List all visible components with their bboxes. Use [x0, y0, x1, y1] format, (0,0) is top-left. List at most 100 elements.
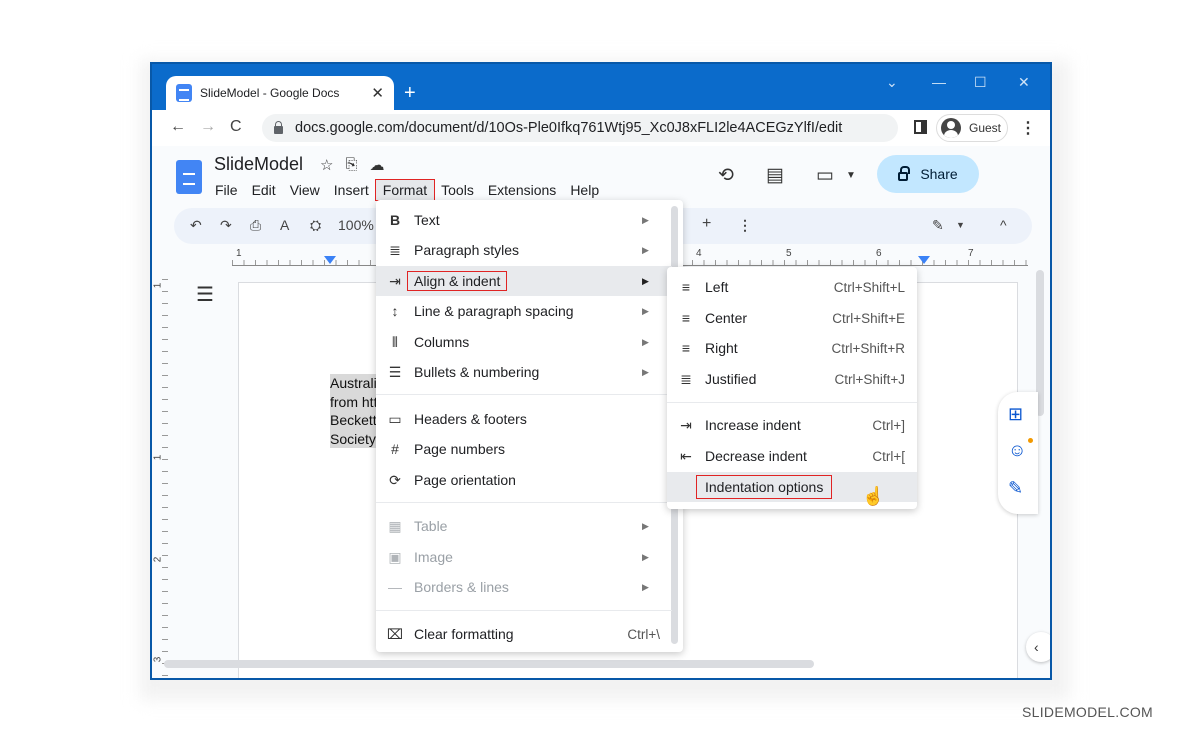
browser-tab[interactable]: SlideModel - Google Docs ✕ [166, 76, 394, 110]
menu-edit[interactable]: Edit [245, 180, 283, 200]
submenu-arrow-icon: ▶ [642, 581, 649, 592]
paint-format-icon[interactable]: ⛭ [310, 217, 321, 234]
menu-format[interactable]: Format [374, 179, 436, 201]
menu-item-label: Columns [414, 334, 470, 350]
menu-item-label: Page numbers [414, 441, 506, 457]
share-button[interactable]: Share [877, 155, 979, 193]
print-icon[interactable]: ⎙ [250, 217, 261, 234]
forward-button[interactable]: → [200, 118, 216, 136]
menu-item-label: Bullets & numbering [414, 364, 540, 380]
meet-dropdown-icon[interactable]: ▼ [846, 170, 856, 181]
tab-search-chevron-icon[interactable]: ⌄ [886, 74, 898, 91]
spellcheck-icon[interactable]: A [280, 217, 289, 233]
menu-item-table[interactable]: ▦ Table ▶ [376, 511, 672, 541]
docs-logo-icon[interactable] [176, 160, 202, 194]
shortcut-label: Ctrl+\ [627, 626, 660, 642]
menu-item-label: Page orientation [414, 472, 516, 488]
document-outline-icon[interactable]: ☰ [196, 282, 214, 307]
minimize-button[interactable]: — [932, 74, 946, 90]
align-right-icon: ≡ [681, 340, 691, 356]
submenu-item-right[interactable]: ≡ Right Ctrl+Shift+R [667, 333, 917, 363]
menu-item-page-orientation[interactable]: ⟳ Page orientation [376, 465, 672, 495]
add-comment-icon[interactable]: ⊞ [1008, 404, 1023, 425]
ruler-number: 7 [968, 248, 974, 259]
close-window-button[interactable]: ✕ [1018, 74, 1030, 91]
document-title[interactable]: SlideModel [214, 154, 303, 175]
menu-view[interactable]: View [283, 180, 327, 200]
zoom-select[interactable]: 100% [338, 217, 374, 233]
menu-item-columns[interactable]: ⫴ Columns ▶ [376, 327, 672, 357]
edit-mode-icon[interactable]: ✎ [932, 217, 944, 234]
left-indent-marker[interactable] [324, 256, 336, 264]
menu-item-image[interactable]: ▣ Image ▶ [376, 542, 672, 572]
submenu-item-center[interactable]: ≡ Center Ctrl+Shift+E [667, 303, 917, 333]
submenu-item-justified[interactable]: ≣ Justified Ctrl+Shift+J [667, 364, 917, 394]
menu-file[interactable]: File [208, 180, 245, 200]
menu-insert[interactable]: Insert [327, 180, 376, 200]
profile-button[interactable]: Guest [936, 114, 1008, 142]
url-bar[interactable]: docs.google.com/document/d/10Os-Ple0Ifkq… [262, 114, 898, 142]
menu-item-label: Headers & footers [414, 411, 527, 427]
menu-item-headers-footers[interactable]: ▭ Headers & footers [376, 404, 672, 434]
menu-item-clear-formatting[interactable]: ⌧ Clear formatting Ctrl+\ [376, 619, 672, 649]
new-tab-button[interactable]: + [404, 82, 416, 105]
version-history-icon[interactable]: ⟲ [718, 164, 734, 187]
comments-icon[interactable]: ▤ [766, 164, 784, 187]
menu-item-label: Justified [705, 371, 757, 387]
tab-strip: SlideModel - Google Docs ✕ + ⌄ — ☐ ✕ [152, 64, 1050, 110]
submenu-item-left[interactable]: ≡ Left Ctrl+Shift+L [667, 272, 917, 302]
undo-icon[interactable]: ↶ [190, 217, 202, 234]
menu-item-label: Clear formatting [414, 626, 514, 642]
menu-tools[interactable]: Tools [434, 180, 481, 200]
suggest-edits-icon[interactable]: ✎ [1008, 478, 1023, 499]
star-icon[interactable]: ☆ [320, 156, 333, 174]
browser-menu-icon[interactable]: ⋮ [1020, 118, 1036, 138]
menu-item-label: Increase indent [705, 417, 801, 433]
menu-item-bullets-numbering[interactable]: ☰ Bullets & numbering ▶ [376, 357, 672, 387]
move-folder-icon[interactable]: ⎘ [345, 156, 357, 174]
menu-item-paragraph-styles[interactable]: ≣ Paragraph styles ▶ [376, 235, 672, 265]
selected-document-text[interactable]: Australi from htt Beckett Society [330, 374, 378, 448]
right-indent-marker[interactable] [918, 256, 930, 264]
emoji-reaction-icon[interactable]: ☺ [1008, 440, 1026, 461]
increase-font-size-icon[interactable]: + [702, 215, 711, 233]
menu-item-align-indent[interactable]: ⇥ Align & indent ▶ [376, 266, 672, 296]
hand-pointer-cursor-icon: ☝ [862, 486, 885, 506]
shortcut-label: Ctrl+Shift+R [831, 340, 905, 356]
horizontal-scrollbar[interactable] [164, 660, 814, 668]
submenu-item-decrease-indent[interactable]: ⇤ Decrease indent Ctrl+[ [667, 441, 917, 471]
vruler-number: 3 [152, 656, 164, 663]
menu-extensions[interactable]: Extensions [481, 180, 563, 200]
side-panel-icon[interactable] [914, 120, 927, 134]
menu-item-page-numbers[interactable]: # Page numbers [376, 434, 672, 464]
back-button[interactable]: ← [170, 118, 186, 136]
avatar-icon [941, 118, 961, 138]
reload-button[interactable]: C [230, 118, 242, 136]
meet-icon[interactable]: ▭ [816, 164, 834, 187]
menu-item-label: Decrease indent [705, 448, 807, 464]
align-center-icon: ≡ [681, 310, 691, 326]
page-orientation-icon: ⟳ [389, 471, 401, 488]
shortcut-label: Ctrl+Shift+J [834, 371, 905, 387]
menu-divider [376, 610, 672, 611]
cloud-saved-icon[interactable]: ☁ [369, 156, 384, 174]
align-indent-submenu: ≡ Left Ctrl+Shift+L ≡ Center Ctrl+Shift+… [667, 267, 917, 509]
line-spacing-icon: ↕ [391, 303, 399, 319]
redo-icon[interactable]: ↷ [220, 217, 232, 234]
submenu-item-increase-indent[interactable]: ⇥ Increase indent Ctrl+] [667, 410, 917, 440]
menu-item-line-spacing[interactable]: ↕ Line & paragraph spacing ▶ [376, 296, 672, 326]
menu-divider [667, 402, 917, 403]
collapse-menus-icon[interactable]: ^ [1000, 217, 1007, 233]
menu-help[interactable]: Help [563, 180, 606, 200]
edit-mode-dropdown-icon[interactable]: ▼ [956, 220, 965, 230]
collapse-side-panel-button[interactable]: ‹ [1026, 632, 1050, 662]
more-options-icon[interactable]: ⋮ [738, 217, 752, 234]
menu-item-text[interactable]: B Text ▶ [376, 205, 672, 235]
shortcut-label: Ctrl+Shift+E [832, 310, 905, 326]
menu-item-borders-lines[interactable]: — Borders & lines ▶ [376, 572, 672, 602]
align-justify-icon: ≣ [680, 370, 692, 387]
submenu-arrow-icon: ▶ [642, 551, 649, 562]
maximize-button[interactable]: ☐ [974, 74, 987, 91]
tab-close-icon[interactable]: ✕ [371, 84, 384, 102]
menu-divider [376, 394, 672, 395]
